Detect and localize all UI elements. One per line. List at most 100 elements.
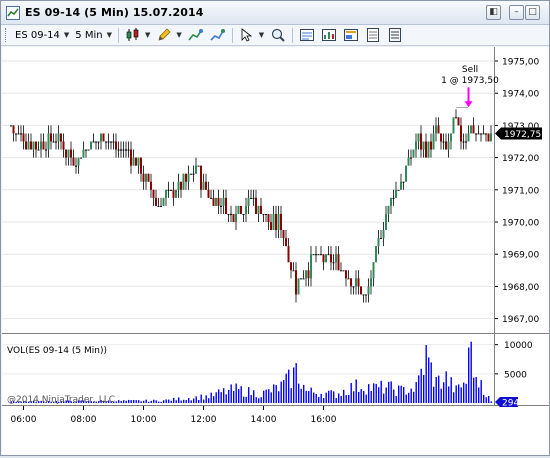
chart-area[interactable]: 1975,00 1974,00 1973,00 1972,00 1971,00 1970,…: [2, 47, 549, 455]
chart-trader-button[interactable]: [318, 27, 340, 44]
candle-body: [275, 213, 277, 231]
candle-body: [435, 125, 437, 134]
candle-body: [62, 141, 65, 150]
candle-body: [487, 133, 490, 142]
price-tick-label: 1968,00: [502, 283, 539, 293]
volume-bar: [283, 380, 285, 403]
strategies-button[interactable]: [207, 27, 229, 44]
volume-bar: [398, 385, 400, 403]
zoom-icon: [270, 27, 286, 43]
window-menu-button[interactable]: ◧: [486, 5, 501, 20]
candle-body: [202, 181, 205, 190]
properties-button[interactable]: [340, 27, 362, 44]
volume-bar: [268, 389, 270, 403]
volume-bar: [223, 388, 225, 403]
volume-bar: [303, 384, 305, 403]
candlestick-icon: [125, 27, 141, 43]
minimize-button[interactable]: –: [509, 5, 524, 20]
data-box-button[interactable]: [296, 27, 318, 44]
volume-bar: [128, 399, 130, 403]
candle-body: [385, 213, 387, 231]
candle-body: [400, 181, 402, 190]
candle-body: [42, 141, 45, 150]
candle-body: [395, 189, 397, 198]
pointer-tool-button[interactable]: ▼: [236, 27, 267, 44]
bar-type-button[interactable]: ▼: [122, 27, 153, 44]
volume-bar: [455, 385, 457, 403]
toolbar-grip[interactable]: [5, 28, 8, 42]
candle-body: [105, 141, 107, 143]
title-bar[interactable]: ES 09-14 (5 Min) 15.07.2014 ◧ – □: [1, 1, 549, 25]
list-icon: [387, 27, 403, 43]
candle-body: [100, 133, 102, 142]
volume-bar: [253, 390, 255, 403]
candle-body: [260, 205, 262, 214]
candle-body: [240, 205, 242, 214]
chart-canvas[interactable]: 1975,001974,001973,001972,001971,001970,…: [2, 47, 549, 455]
volume-bar: [433, 386, 435, 403]
volume-bar: [278, 391, 280, 403]
volume-bar: [370, 390, 372, 403]
volume-bar: [440, 388, 442, 403]
sell-quantity-label: 1 @ 1973,50: [441, 76, 499, 86]
candle-body: [167, 189, 170, 191]
candle-body: [207, 189, 210, 198]
drawing-tools-button[interactable]: ▼: [153, 27, 184, 44]
candle-body: [182, 173, 185, 190]
candle-body: [160, 205, 162, 207]
candle-body: [35, 141, 37, 150]
candle-body: [235, 213, 237, 222]
volume-bar: [123, 400, 125, 403]
cursor-icon: [239, 27, 255, 43]
candle-body: [185, 173, 187, 182]
volume-bar: [290, 388, 292, 403]
candle-body: [32, 141, 35, 150]
candle-body: [405, 165, 407, 182]
sell-marker[interactable]: Sell 1 @ 1973,50: [441, 65, 499, 108]
volume-bar: [260, 397, 262, 403]
candle-body: [27, 141, 30, 150]
volume-bar: [195, 396, 197, 403]
candle-body: [320, 254, 322, 256]
candle-body: [307, 270, 310, 279]
indicators-button[interactable]: [185, 27, 207, 44]
volume-bar: [428, 357, 430, 403]
candle-body: [337, 254, 340, 271]
candle-body: [230, 213, 232, 215]
candle-body: [22, 133, 25, 142]
toolbar-separator: [117, 27, 119, 43]
candle-body: [367, 286, 370, 295]
properties-icon: [343, 27, 359, 43]
volume-bar: [403, 387, 405, 403]
volume-bar: [313, 392, 315, 403]
candle-body: [287, 246, 290, 263]
price-tick-label: 1972,00: [502, 154, 539, 164]
interval-selector[interactable]: 5 Min ▼: [72, 27, 115, 44]
candle-body: [132, 157, 135, 166]
volume-bar: [153, 399, 155, 403]
volume-bar: [233, 391, 235, 403]
list-button[interactable]: [384, 27, 406, 44]
candle-body: [117, 149, 120, 151]
candle-body: [465, 141, 467, 143]
maximize-button[interactable]: □: [525, 5, 540, 20]
candle-body: [470, 125, 472, 134]
time-tick-label: 06:00: [11, 415, 37, 425]
template-button[interactable]: [362, 27, 384, 44]
candle-body: [362, 294, 365, 296]
candle-body: [310, 254, 312, 279]
volume-bar: [155, 400, 157, 403]
candle-body: [452, 117, 455, 134]
candle-body: [375, 246, 377, 263]
candle-body: [412, 149, 415, 158]
volume-bar: [463, 382, 465, 403]
zoom-button[interactable]: [267, 27, 289, 44]
candle-body: [60, 133, 62, 142]
instrument-selector[interactable]: ES 09-14 ▼: [12, 27, 72, 44]
toolbar-separator: [292, 27, 294, 43]
candle-body: [252, 197, 255, 199]
volume-bar: [378, 387, 380, 403]
volume-bar: [415, 382, 417, 403]
candle-body: [145, 173, 147, 182]
volume-bar: [418, 375, 420, 403]
